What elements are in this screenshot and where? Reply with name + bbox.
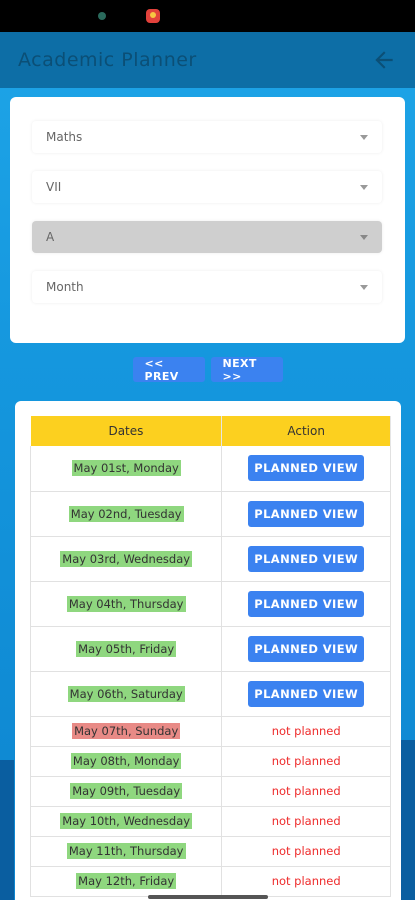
action-cell: PLANNED VIEW	[221, 446, 391, 492]
next-button[interactable]: NEXT >>	[210, 357, 283, 383]
status-bar	[0, 0, 415, 32]
caret-down-icon	[360, 134, 368, 140]
planned-view-button[interactable]: PLANNED VIEW	[248, 590, 365, 617]
table-row: May 05th, Friday PLANNED VIEW	[29, 626, 391, 672]
class-value: VII	[46, 180, 62, 194]
action-cell: PLANNED VIEW	[221, 671, 391, 717]
caret-down-icon	[360, 234, 368, 240]
table-row: May 11th, Thursday not planned	[29, 836, 391, 867]
caret-down-icon	[360, 184, 368, 190]
date-cell: May 08th, Monday	[29, 746, 223, 777]
date-label: May 03rd, Wednesday	[60, 550, 193, 567]
action-header: Action	[221, 416, 391, 446]
caret-down-icon	[360, 284, 368, 290]
table-row: May 08th, Monday not planned	[29, 746, 391, 777]
action-cell: PLANNED VIEW	[221, 536, 391, 582]
app-notification-icon	[146, 9, 160, 23]
action-cell: not planned	[221, 806, 391, 837]
planned-view-button[interactable]: PLANNED VIEW	[248, 680, 365, 707]
action-cell: PLANNED VIEW	[221, 626, 391, 672]
background-decoration	[401, 740, 415, 900]
action-cell: PLANNED VIEW	[221, 491, 391, 537]
not-planned-label: not planned	[271, 844, 341, 858]
table-row: May 01st, Monday PLANNED VIEW	[29, 446, 391, 492]
app-bar: Academic Planner	[0, 32, 415, 88]
date-label: May 12th, Friday	[76, 873, 177, 889]
not-planned-label: not planned	[271, 784, 341, 798]
date-label: May 06th, Saturday	[67, 685, 185, 702]
date-cell: May 03rd, Wednesday	[29, 536, 223, 582]
month-placeholder: Month	[46, 280, 84, 294]
table-row: May 12th, Friday not planned	[29, 866, 391, 897]
planner-table: Dates Action May 01st, Monday PLANNED VIE…	[29, 416, 391, 897]
date-label: May 07th, Sunday	[72, 723, 181, 739]
date-label: May 02nd, Tuesday	[68, 505, 184, 522]
table-row: May 06th, Saturday PLANNED VIEW	[29, 671, 391, 717]
pagination: << PREV NEXT >>	[0, 357, 415, 383]
action-cell: PLANNED VIEW	[221, 581, 391, 627]
not-planned-label: not planned	[271, 724, 341, 738]
planned-view-button[interactable]: PLANNED VIEW	[248, 545, 365, 572]
action-cell: not planned	[221, 716, 391, 747]
page-title: Academic Planner	[18, 49, 197, 71]
action-cell: not planned	[221, 866, 391, 897]
date-cell: May 10th, Wednesday	[29, 806, 223, 837]
filter-card: Maths VII A Month	[10, 97, 405, 343]
date-label: May 08th, Monday	[70, 753, 182, 769]
table-row: May 03rd, Wednesday PLANNED VIEW	[29, 536, 391, 582]
action-cell: not planned	[221, 836, 391, 867]
home-indicator	[148, 895, 268, 899]
planned-view-button[interactable]: PLANNED VIEW	[248, 635, 365, 662]
date-cell: May 05th, Friday	[29, 626, 223, 672]
table-row: May 10th, Wednesday not planned	[29, 806, 391, 837]
date-cell: May 02nd, Tuesday	[29, 491, 223, 537]
date-cell: May 09th, Tuesday	[29, 776, 223, 807]
date-label: May 11th, Thursday	[66, 843, 186, 859]
date-cell: May 12th, Friday	[29, 866, 223, 897]
date-cell: May 04th, Thursday	[29, 581, 223, 627]
arrow-left-icon[interactable]	[371, 47, 397, 73]
table-row: May 09th, Tuesday not planned	[29, 776, 391, 807]
subject-dropdown[interactable]: Maths	[32, 121, 382, 153]
date-label: May 01st, Monday	[71, 460, 181, 477]
action-cell: not planned	[221, 776, 391, 807]
date-label: May 04th, Thursday	[66, 595, 186, 612]
class-dropdown[interactable]: VII	[32, 171, 382, 203]
not-planned-label: not planned	[271, 754, 341, 768]
planned-view-button[interactable]: PLANNED VIEW	[248, 500, 365, 527]
not-planned-label: not planned	[271, 874, 341, 888]
not-planned-label: not planned	[271, 814, 341, 828]
date-cell: May 07th, Sunday	[29, 716, 223, 747]
month-dropdown[interactable]: Month	[32, 271, 382, 303]
dates-header: Dates	[30, 416, 223, 446]
date-label: May 05th, Friday	[76, 640, 177, 657]
prev-button[interactable]: << PREV	[132, 357, 205, 383]
section-dropdown[interactable]: A	[32, 221, 382, 253]
date-label: May 09th, Tuesday	[70, 783, 183, 799]
date-cell: May 01st, Monday	[29, 446, 223, 492]
planner-table-card: Dates Action May 01st, Monday PLANNED VIE…	[15, 401, 401, 900]
date-cell: May 06th, Saturday	[29, 671, 223, 717]
table-row: May 07th, Sunday not planned	[29, 716, 391, 747]
table-row: May 02nd, Tuesday PLANNED VIEW	[29, 491, 391, 537]
notification-dot-icon	[98, 12, 106, 20]
table-row: May 04th, Thursday PLANNED VIEW	[29, 581, 391, 627]
date-label: May 10th, Wednesday	[60, 813, 193, 829]
date-cell: May 11th, Thursday	[29, 836, 223, 867]
planned-view-button[interactable]: PLANNED VIEW	[248, 455, 365, 482]
subject-value: Maths	[46, 130, 83, 144]
action-cell: not planned	[221, 746, 391, 777]
section-value: A	[46, 230, 55, 244]
background-decoration	[0, 760, 14, 900]
